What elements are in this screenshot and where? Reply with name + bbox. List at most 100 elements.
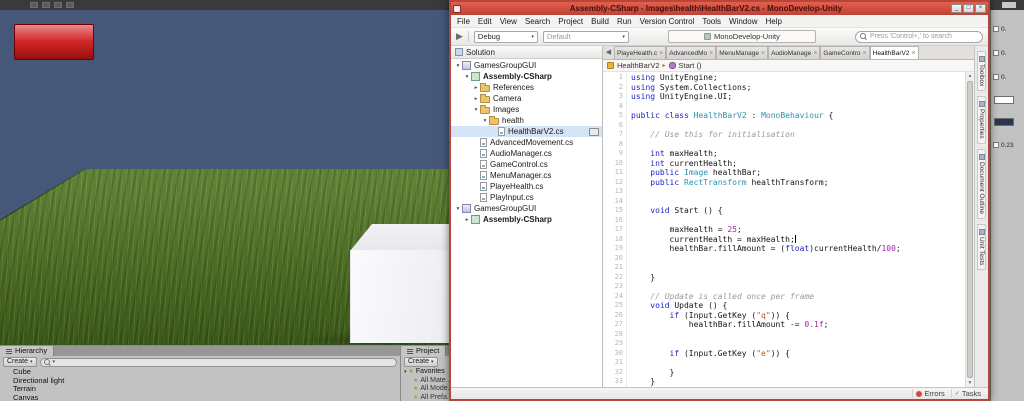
configuration-select[interactable]: Debug ▾ xyxy=(473,30,538,43)
tab-close-icon[interactable]: × xyxy=(863,50,867,57)
inspector-field[interactable] xyxy=(993,50,999,56)
cube[interactable] xyxy=(350,250,450,343)
tree-item-references[interactable]: ▸ References xyxy=(451,82,602,93)
code-line[interactable]: currentHealth = maxHealth; xyxy=(631,234,965,245)
row-badge-icon[interactable] xyxy=(589,127,599,136)
code-line[interactable] xyxy=(631,197,965,207)
code-line[interactable]: healthBar.fillAmount -= 0.1f; xyxy=(631,320,965,330)
code-line[interactable]: // Use this for initialisation xyxy=(631,130,965,140)
hierarchy-item-canvas[interactable]: Canvas xyxy=(0,393,400,401)
expander-icon[interactable]: ▾ xyxy=(404,368,407,377)
menu-version-control[interactable]: Version Control xyxy=(636,17,699,26)
code-line[interactable]: using UnityEngine; xyxy=(631,73,965,83)
tree-item-playehealth-cs[interactable]: PlayeHealth.cs xyxy=(451,181,602,192)
title-bar[interactable]: Assembly-CSharp - Images\health\HealthBa… xyxy=(451,2,988,15)
menu-build[interactable]: Build xyxy=(587,17,613,26)
code-line[interactable] xyxy=(631,330,965,340)
tree-item-gamesgroupgui[interactable]: ▾ GamesGroupGUI xyxy=(451,60,602,71)
tab-close-icon[interactable]: × xyxy=(761,50,765,57)
tab-nav-left-icon[interactable]: ◀ xyxy=(603,46,614,59)
menu-help[interactable]: Help xyxy=(761,17,785,26)
code-line[interactable]: public class HealthBarV2 : MonoBehaviour… xyxy=(631,111,965,121)
scale-tool-icon[interactable] xyxy=(66,2,74,8)
create-button[interactable]: Create ▾ xyxy=(3,357,37,367)
menu-run[interactable]: Run xyxy=(613,17,636,26)
code-line[interactable]: void Update () { xyxy=(631,301,965,311)
tab-audiomanage[interactable]: AudioManage × xyxy=(768,46,821,59)
tab-close-icon[interactable]: × xyxy=(911,50,915,57)
code-line[interactable] xyxy=(631,263,965,273)
code-line[interactable] xyxy=(631,216,965,226)
inspector-field[interactable] xyxy=(993,74,999,80)
code-line[interactable]: using UnityEngine.UI; xyxy=(631,92,965,102)
code-line[interactable]: public RectTransform healthTransform; xyxy=(631,178,965,188)
maximize-button[interactable]: □ xyxy=(963,4,974,13)
breadcrumb-class[interactable]: HealthBarV2 xyxy=(617,61,660,70)
hierarchy-item-directional-light[interactable]: Directional light xyxy=(0,376,400,386)
inspector-field[interactable] xyxy=(993,142,999,148)
scene-view[interactable] xyxy=(0,10,450,345)
move-tool-icon[interactable] xyxy=(42,2,50,8)
side-tab-properties[interactable]: Properties xyxy=(977,96,986,145)
menu-project[interactable]: Project xyxy=(554,17,587,26)
code-line[interactable]: // Update is called once per frame xyxy=(631,292,965,302)
code-line[interactable]: int currentHealth; xyxy=(631,159,965,169)
code-line[interactable]: } xyxy=(631,377,965,387)
hierarchy-item-terrain[interactable]: Terrain xyxy=(0,384,400,394)
expander-icon[interactable]: ▸ xyxy=(472,96,480,102)
tree-item-assembly-csharp[interactable]: ▾ Assembly-CSharp xyxy=(451,71,602,82)
code-line[interactable] xyxy=(631,254,965,264)
tab-menumanage[interactable]: MenuManage × xyxy=(716,46,769,59)
tab-close-icon[interactable]: × xyxy=(709,50,713,57)
tree-item-playinput-cs[interactable]: PlayInput.cs xyxy=(451,192,602,203)
tree-item-audiomanager-cs[interactable]: AudioManager.cs xyxy=(451,148,602,159)
code-line[interactable]: public Image healthBar; xyxy=(631,168,965,178)
code-line[interactable] xyxy=(631,121,965,131)
tasks-button[interactable]: ✓ Tasks xyxy=(950,389,984,398)
expander-icon[interactable]: ▾ xyxy=(481,118,489,124)
breadcrumb-member[interactable]: Start () xyxy=(679,61,702,70)
code-line[interactable]: maxHealth = 25; xyxy=(631,225,965,235)
run-target-select[interactable]: Default ▾ xyxy=(542,30,629,43)
code-editor[interactable]: 1 2 3 4 5 6 7 8 9 10 11 12 13 14 15 16 17 18 19 20 21 22 23 24 2… xyxy=(603,72,974,387)
side-tab-document-outline[interactable]: Document Outline xyxy=(977,149,986,220)
tab-close-icon[interactable]: × xyxy=(813,50,817,57)
code-line[interactable]: if (Input.GetKey ("q")) { xyxy=(631,311,965,321)
solution-pad-header[interactable]: Solution xyxy=(451,46,602,59)
expander-icon[interactable]: ▾ xyxy=(463,74,471,80)
side-tab-toolbox[interactable]: Toolbox xyxy=(977,51,986,92)
tree-item-gamecontrol-cs[interactable]: GameControl.cs xyxy=(451,159,602,170)
tab-advancedmo[interactable]: AdvancedMo × xyxy=(666,46,717,59)
create-button[interactable]: Create ▾ xyxy=(404,357,438,367)
health-bar-image[interactable] xyxy=(14,24,94,60)
hand-tool-icon[interactable] xyxy=(30,2,38,8)
global-search-input[interactable]: Press 'Control+,' to search xyxy=(854,30,983,43)
scroll-thumb[interactable] xyxy=(967,81,973,378)
inspector-field[interactable] xyxy=(993,26,999,32)
code-line[interactable]: } xyxy=(631,273,965,283)
tree-item-advancedmovement-cs[interactable]: AdvancedMovement.cs xyxy=(451,137,602,148)
expander-icon[interactable]: ▾ xyxy=(454,63,462,69)
tab-playehealth-c[interactable]: PlayeHealth.c × xyxy=(614,46,667,59)
code-line[interactable] xyxy=(631,358,965,368)
tree-item-health[interactable]: ▾ health xyxy=(451,115,602,126)
scroll-up-icon[interactable]: ▲ xyxy=(966,72,974,80)
tab-close-icon[interactable]: × xyxy=(659,50,663,57)
menu-edit[interactable]: Edit xyxy=(474,17,496,26)
tab-healthbarv2[interactable]: HealthBarV2 × xyxy=(869,46,919,59)
side-tab-unit-tests[interactable]: Unit Tests xyxy=(977,224,986,271)
code-line[interactable] xyxy=(631,102,965,112)
minimize-button[interactable]: _ xyxy=(951,4,962,13)
expander-icon[interactable]: ▸ xyxy=(472,85,480,91)
code-area[interactable]: using UnityEngine; using System.Collectio… xyxy=(627,72,965,387)
hierarchy-search-input[interactable]: ▾ xyxy=(39,357,397,367)
menu-file[interactable]: File xyxy=(453,17,474,26)
code-line[interactable] xyxy=(631,339,965,349)
run-button[interactable]: ▶ xyxy=(456,31,463,42)
menu-search[interactable]: Search xyxy=(521,17,554,26)
code-line[interactable]: } xyxy=(631,368,965,378)
tree-item-assembly-csharp[interactable]: ▸ Assembly-CSharp xyxy=(451,214,602,225)
tree-item-menumanager-cs[interactable]: MenuManager.cs xyxy=(451,170,602,181)
code-line[interactable]: void Start () { xyxy=(631,206,965,216)
expander-icon[interactable]: ▾ xyxy=(472,107,480,113)
